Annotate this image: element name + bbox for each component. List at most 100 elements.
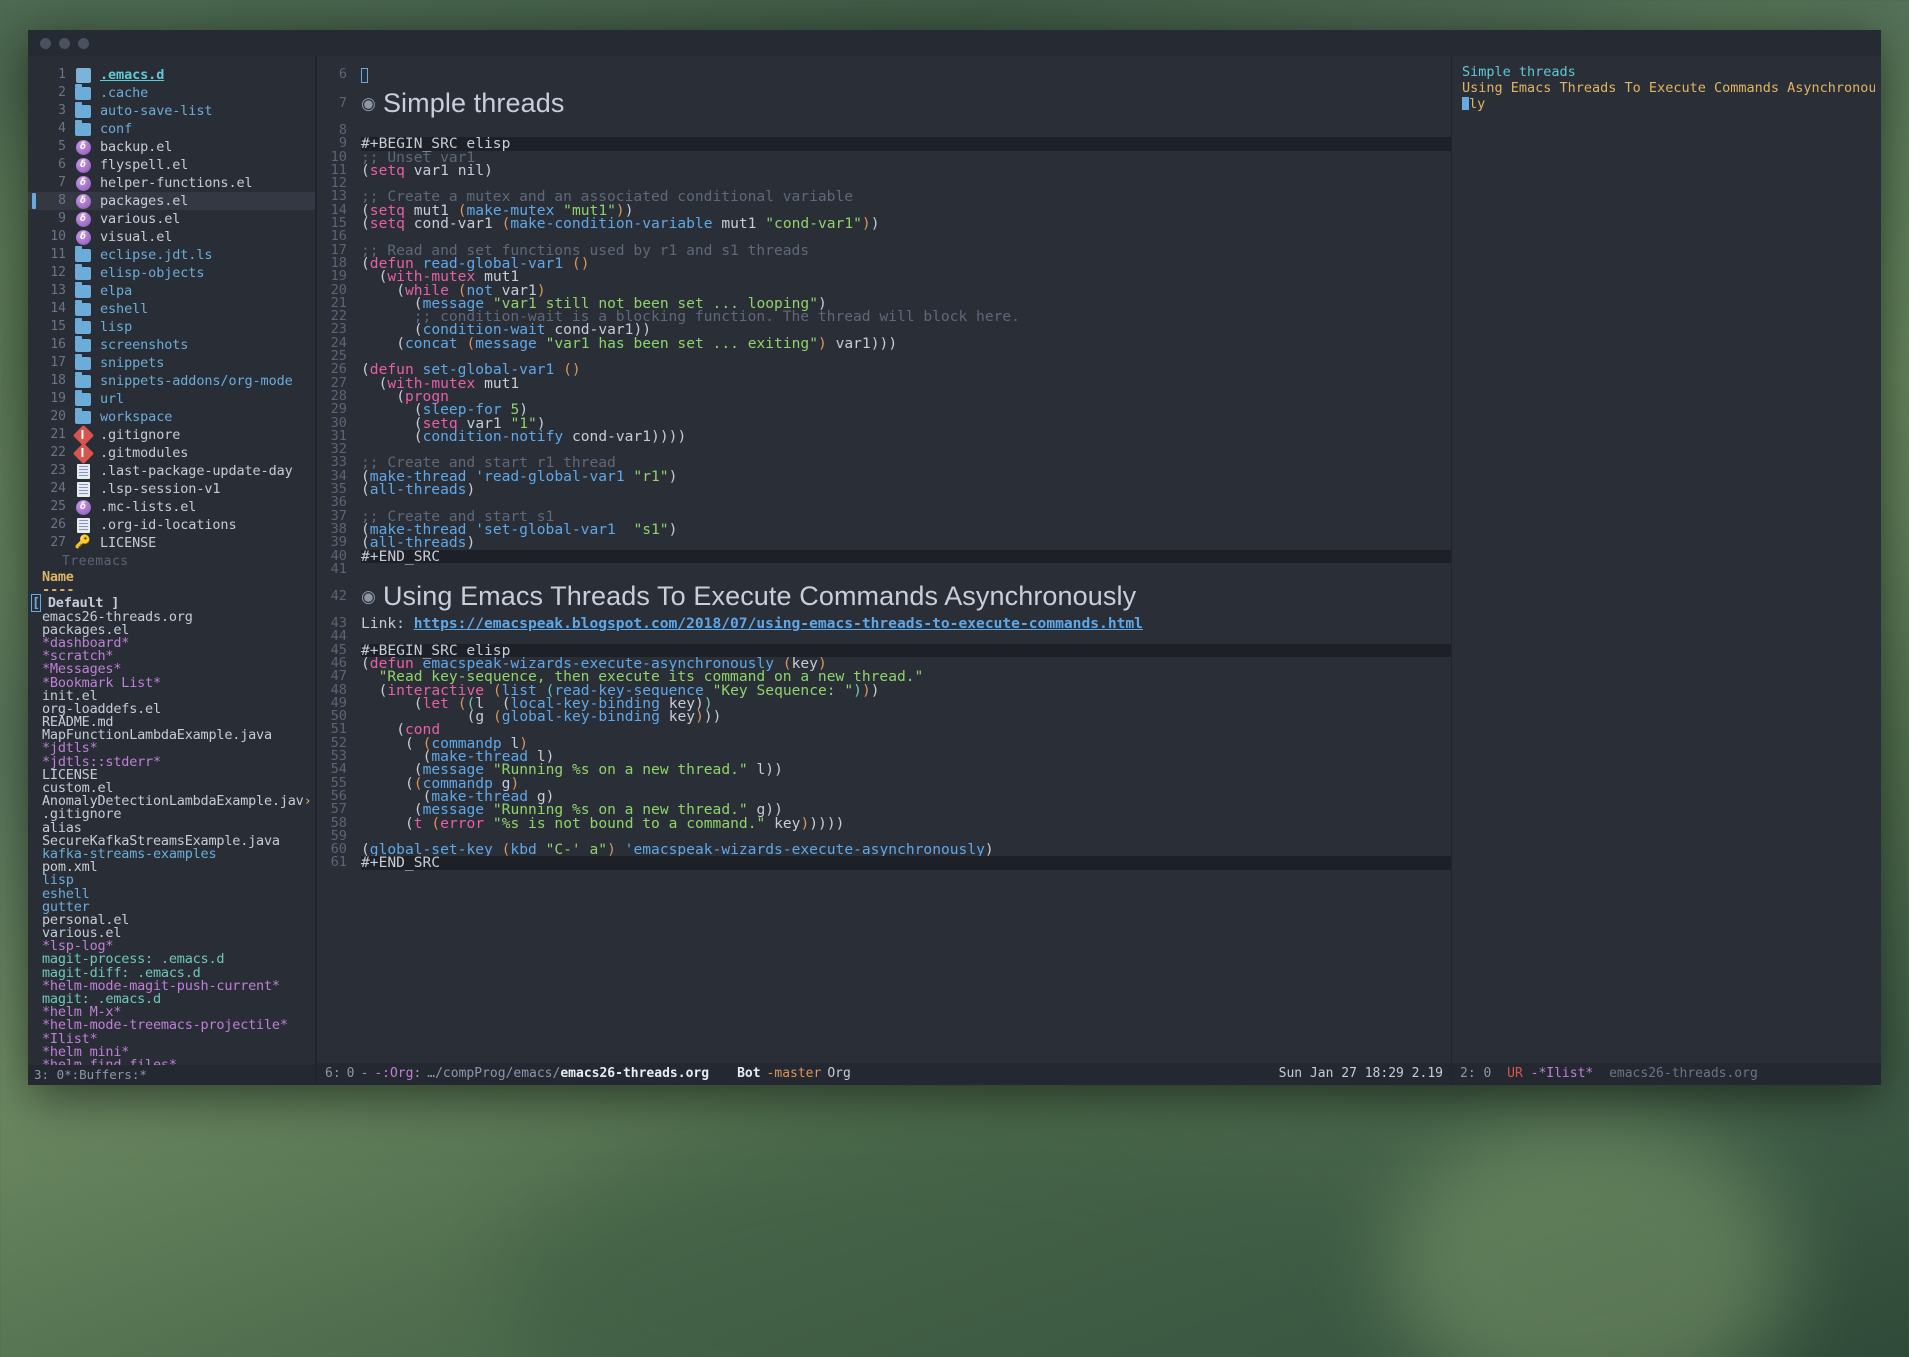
treemacs-item-workspace[interactable]: 20 workspace (28, 407, 315, 426)
treemacs-item-screenshots[interactable]: 16 screenshots (28, 335, 315, 354)
treemacs-item-flyspell-el[interactable]: 6 δ flyspell.el (28, 156, 315, 174)
editor-line-code[interactable]: 24 (concat (message "var1 has been set .… (317, 336, 1451, 351)
imenu-entries[interactable]: Simple threads Using Emacs Threads To Exe… (1452, 56, 1881, 1063)
elisp-icon: δ (73, 139, 93, 155)
treemacs-item-mc-lists-el[interactable]: 25 δ .mc-lists.el (28, 498, 315, 516)
editor-line-code[interactable]: 31 (condition-notify cond-var1)))) (317, 429, 1451, 444)
treemacs-item-gitignore[interactable]: 21 .gitignore (28, 424, 315, 446)
treemacs-item-url[interactable]: 19 url (28, 389, 315, 408)
editor-line-code[interactable]: 34 (make-thread 'read-global-var1 "r1") (317, 469, 1451, 484)
wallpaper-decoration (500, 1117, 1400, 1357)
folder-icon (73, 245, 93, 263)
minimize-button[interactable] (59, 37, 70, 49)
treemacs-item-gitmodules[interactable]: 22 .gitmodules (28, 442, 315, 464)
line-number: 11 (50, 246, 66, 262)
treemacs-item-label: auto-save-list (100, 102, 213, 119)
folder-icon (73, 263, 93, 281)
line-number: 42 (330, 588, 347, 605)
buffer-list-panel[interactable]: Name ----[ Default ] emacs26-threads.org pa… (28, 571, 315, 1085)
editor-line-code[interactable]: 39 (all-threads) (317, 535, 1451, 550)
org-heading[interactable]: 7 ◉ Simple threads (317, 83, 1451, 124)
org-src-delimiter[interactable]: 40 #+END_SRC (317, 549, 1451, 563)
treemacs-item-visual-el[interactable]: 10 δ visual.el (28, 228, 315, 246)
editor-line-code[interactable]: 58 (t (error "%s is not bound to a comma… (317, 816, 1451, 831)
treemacs-item-elisp-objects[interactable]: 12 elisp-objects (28, 263, 315, 282)
code-text: (setq cond-var1 (make-condition-variable… (361, 215, 880, 233)
org-icon (73, 67, 93, 83)
selection-marker (32, 319, 36, 335)
org-link-line[interactable]: 43 Link: https://emacspeak.blogspot.com/2… (317, 615, 1451, 632)
treemacs-item-snippets[interactable]: 17 snippets (28, 353, 315, 372)
treemacs-item-label: conf (100, 120, 133, 137)
treemacs-item-lisp[interactable]: 15 lisp (28, 317, 315, 336)
line-number: 24 (50, 480, 66, 496)
org-src-delimiter[interactable]: 61 #+END_SRC (317, 855, 1451, 870)
folder-icon (73, 317, 93, 335)
mode-line-window-number: 6: (325, 1066, 341, 1081)
selection-marker (32, 229, 36, 245)
git-icon (72, 424, 94, 446)
org-src-delimiter[interactable]: 9 #+BEGIN_SRC elisp (317, 136, 1451, 151)
editor-line-code[interactable]: 60 (global-set-key (kbd "C-' a") 'emacspe… (317, 842, 1451, 857)
editor-line-code[interactable]: 50 (g (global-key-binding key))) (317, 709, 1451, 724)
line-number: 1 (58, 66, 66, 82)
mode-line-git-branch: -master (766, 1066, 822, 1081)
line-number: 27 (50, 534, 66, 550)
treemacs-file-tree[interactable]: 1 .emacs.d 2 .cache 3 auto-save-list 4 conf 5 δ ba… (28, 56, 315, 552)
line-number: 12 (50, 264, 66, 280)
treemacs-item-backup-el[interactable]: 5 δ backup.el (28, 138, 315, 156)
treemacs-item-emacs-d[interactable]: 1 .emacs.d (28, 66, 315, 84)
group-bracket: [ (31, 594, 41, 613)
elisp-icon: δ (73, 157, 93, 173)
editor-line-code[interactable]: 27 (with-mutex mut1 (317, 376, 1451, 391)
line-number: 5 (58, 138, 66, 154)
line-number: 41 (330, 560, 347, 577)
treemacs-item-conf[interactable]: 4 conf (28, 119, 315, 138)
org-document-text[interactable]: 6 7 ◉ Simple threads 8 9 #+BEGIN_SRC elisp 10;… (317, 56, 1451, 1063)
treemacs-item-label: workspace (100, 408, 173, 425)
treemacs-item-packages-el[interactable]: 8 δ packages.el (28, 192, 315, 210)
folder-icon (73, 83, 93, 101)
treemacs-item-auto-save-list[interactable]: 3 auto-save-list (28, 101, 315, 120)
treemacs-item-eclipse-jdt-ls[interactable]: 11 eclipse.jdt.ls (28, 245, 315, 264)
emacs-frame: 1 .emacs.d 2 .cache 3 auto-save-list 4 conf 5 δ ba… (28, 56, 1881, 1085)
imenu-entry[interactable]: ly (1462, 96, 1875, 112)
selection-marker (32, 85, 36, 101)
folder-icon (73, 371, 93, 389)
org-link-url[interactable]: https://emacspeak.blogspot.com/2018/07/u… (414, 615, 1143, 632)
elisp-icon: δ (73, 499, 93, 515)
treemacs-item-eshell[interactable]: 14 eshell (28, 299, 315, 318)
editor-line-code[interactable]: 11 (setq var1 nil) (317, 163, 1451, 178)
selection-marker (32, 301, 36, 317)
treemacs-item-cache[interactable]: 2 .cache (28, 83, 315, 102)
imenu-entry[interactable]: Using Emacs Threads To Execute Commands … (1462, 80, 1875, 96)
imenu-entry[interactable]: Simple threads (1462, 64, 1875, 80)
line-number: 23 (50, 462, 66, 478)
editor-line-cursor[interactable]: 6 (317, 67, 1451, 83)
treemacs-item-label: various.el (100, 210, 181, 227)
editor-line-blank[interactable]: 41 (317, 560, 1451, 577)
mode-line-major-mode: Org (827, 1066, 851, 1081)
imenu-mode-buffer: -*Ilist* (1530, 1066, 1594, 1081)
treemacs-item-helper-functions-el[interactable]: 7 δ helper-functions.el (28, 174, 315, 192)
org-buffer-window[interactable]: 6 7 ◉ Simple threads 8 9 #+BEGIN_SRC elisp 10;… (316, 56, 1451, 1085)
editor-line-code[interactable]: 38 (make-thread 'set-global-var1 "s1") (317, 522, 1451, 537)
imenu-list-window[interactable]: Simple threads Using Emacs Threads To Exe… (1451, 56, 1881, 1085)
treemacs-item-last-package-update-day[interactable]: 23 .last-package-update-day (28, 462, 315, 480)
editor-line-code[interactable]: 15 (setq cond-var1 (make-condition-variab… (317, 215, 1451, 233)
treemacs-item-label: .mc-lists.el (100, 498, 197, 515)
treemacs-item-various-el[interactable]: 9 δ various.el (28, 210, 315, 228)
editor-line-code[interactable]: 35 (all-threads) (317, 482, 1451, 497)
selection-marker (32, 337, 36, 353)
treemacs-item-snippets-addons-org-mode[interactable]: 18 snippets-addons/org-mode (28, 371, 315, 390)
treemacs-item-org-id-locations[interactable]: 26 .org-id-locations (28, 516, 315, 534)
treemacs-item-elpa[interactable]: 13 elpa (28, 281, 315, 300)
treemacs-item-license[interactable]: 27 🔑 LICENSE (28, 534, 315, 552)
org-bullet-icon: ◉ (361, 587, 376, 607)
maximize-button[interactable] (78, 37, 89, 49)
close-button[interactable] (40, 37, 51, 49)
treemacs-item-lsp-session-v1[interactable]: 24 .lsp-session-v1 (28, 480, 315, 498)
org-heading[interactable]: 42 ◉ Using Emacs Threads To Execute Comman… (317, 576, 1451, 617)
org-link-text: Link: https://emacspeak.blogspot.com/201… (361, 615, 1143, 632)
